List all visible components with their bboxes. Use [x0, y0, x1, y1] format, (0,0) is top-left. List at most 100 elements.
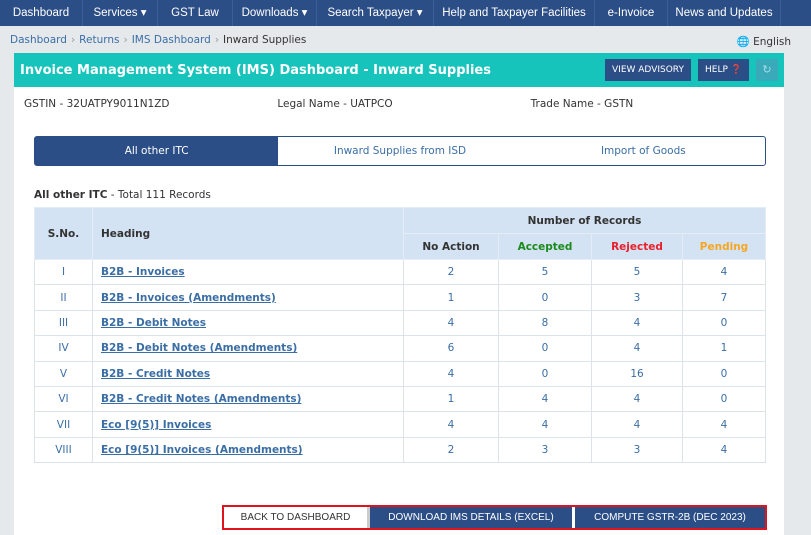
section-name: All other ITC: [34, 189, 108, 201]
col-pending: Pending: [682, 233, 766, 260]
cell-rejected: 4: [591, 309, 683, 337]
cell-pending: 4: [682, 258, 766, 286]
cell-heading: B2B - Credit Notes: [92, 360, 404, 387]
total-records: - Total 111 Records: [107, 189, 211, 201]
heading-link[interactable]: B2B - Debit Notes: [101, 317, 206, 329]
main-panel: Invoice Management System (IMS) Dashboar…: [14, 53, 784, 535]
table-row: II B2B - Invoices (Amendments) 1 0 3 7: [34, 284, 766, 311]
heading-link[interactable]: Eco [9(5)] Invoices (Amendments): [101, 444, 303, 456]
gstin: GSTIN - 32UATPY9011N1ZD: [24, 98, 170, 110]
action-buttons: BACK TO DASHBOARD DOWNLOAD IMS DETAILS (…: [222, 505, 767, 530]
cell-rejected: 4: [591, 335, 683, 362]
language-selector[interactable]: 🌐 English: [737, 35, 791, 48]
breadcrumb: Dashboard › Returns › IMS Dashboard › Inwar…: [10, 34, 307, 46]
cell-sno: IV: [34, 335, 93, 362]
nav-search-taxpayer[interactable]: Search Taxpayer ▾: [317, 0, 434, 26]
cell-rejected: 3: [591, 284, 683, 311]
table-row: III B2B - Debit Notes 4 8 4 0: [34, 309, 766, 337]
help-button[interactable]: HELP ❓: [698, 59, 749, 81]
cell-accepted: 4: [498, 385, 592, 413]
cell-pending: 4: [682, 436, 766, 464]
cell-rejected: 16: [591, 360, 683, 387]
top-nav: Dashboard Services ▾ GST Law Downloads ▾…: [0, 0, 811, 26]
nav-e-invoice[interactable]: e-Invoice: [595, 0, 668, 26]
trade-name: Trade Name - GSTN: [530, 98, 634, 110]
cell-no-action: 6: [403, 335, 499, 362]
cell-accepted: 4: [498, 411, 592, 438]
cell-sno: V: [34, 360, 93, 387]
taxpayer-info: GSTIN - 32UATPY9011N1ZD Legal Name - UAT…: [14, 87, 784, 121]
cell-sno: I: [34, 258, 93, 286]
help-icon: ❓: [730, 65, 742, 75]
col-rejected: Rejected: [591, 233, 683, 260]
heading-link[interactable]: B2B - Debit Notes (Amendments): [101, 342, 297, 354]
col-heading: Heading: [92, 207, 404, 260]
nav-help[interactable]: Help and Taxpayer Facilities: [434, 0, 595, 26]
cell-sno: VI: [34, 385, 93, 413]
language-label: English: [753, 36, 791, 48]
cell-sno: II: [34, 284, 93, 311]
cell-heading: Eco [9(5)] Invoices: [92, 411, 404, 438]
cell-sno: III: [34, 309, 93, 337]
crumb-dashboard[interactable]: Dashboard: [10, 34, 67, 46]
cell-rejected: 4: [591, 411, 683, 438]
heading-link[interactable]: B2B - Invoices: [101, 266, 185, 278]
cell-accepted: 0: [498, 335, 592, 362]
heading-link[interactable]: B2B - Invoices (Amendments): [101, 292, 276, 304]
refresh-button[interactable]: ↻: [756, 59, 778, 81]
compute-gstr2b-button[interactable]: COMPUTE GSTR-2B (DEC 2023): [575, 507, 765, 528]
col-no-action: No Action: [403, 233, 499, 260]
legal-name: Legal Name - UATPCO: [277, 98, 393, 110]
cell-rejected: 3: [591, 436, 683, 464]
cell-accepted: 5: [498, 258, 592, 286]
tab-all-other-itc[interactable]: All other ITC: [35, 137, 279, 165]
cell-no-action: 4: [403, 360, 499, 387]
table-row: V B2B - Credit Notes 4 0 16 0: [34, 360, 766, 387]
nav-news[interactable]: News and Updates: [668, 0, 781, 26]
crumb-ims-dashboard[interactable]: IMS Dashboard: [132, 34, 211, 46]
nav-dashboard[interactable]: Dashboard: [0, 0, 83, 26]
cell-pending: 0: [682, 360, 766, 387]
tab-import-goods[interactable]: Import of Goods: [522, 137, 765, 165]
heading-link[interactable]: B2B - Credit Notes: [101, 368, 210, 380]
records-table: S.No. Heading Number of Records No Action A…: [34, 207, 766, 464]
cell-pending: 0: [682, 385, 766, 413]
cell-heading: Eco [9(5)] Invoices (Amendments): [92, 436, 404, 464]
cell-no-action: 1: [403, 385, 499, 413]
table-row: VIII Eco [9(5)] Invoices (Amendments) 2 3 3 4: [34, 436, 766, 464]
heading-link[interactable]: B2B - Credit Notes (Amendments): [101, 393, 301, 405]
globe-icon: 🌐: [736, 36, 750, 48]
page-title: Invoice Management System (IMS) Dashboar…: [20, 62, 491, 78]
cell-rejected: 4: [591, 385, 683, 413]
table-row: VI B2B - Credit Notes (Amendments) 1 4 4 0: [34, 385, 766, 413]
heading-link[interactable]: Eco [9(5)] Invoices: [101, 419, 211, 431]
cell-accepted: 0: [498, 284, 592, 311]
cell-heading: B2B - Debit Notes: [92, 309, 404, 337]
cell-heading: B2B - Credit Notes (Amendments): [92, 385, 404, 413]
table-row: IV B2B - Debit Notes (Amendments) 6 0 4 1: [34, 335, 766, 362]
cell-heading: B2B - Debit Notes (Amendments): [92, 335, 404, 362]
cell-pending: 0: [682, 309, 766, 337]
cell-sno: VIII: [34, 436, 93, 464]
tabs: All other ITC Inward Supplies from ISD I…: [34, 136, 766, 166]
cell-no-action: 4: [403, 411, 499, 438]
cell-sno: VII: [34, 411, 93, 438]
crumb-returns[interactable]: Returns: [79, 34, 119, 46]
nav-downloads[interactable]: Downloads ▾: [233, 0, 317, 26]
scrollbar-track[interactable]: [784, 53, 811, 535]
download-ims-excel-button[interactable]: DOWNLOAD IMS DETAILS (EXCEL): [370, 507, 575, 528]
cell-heading: B2B - Invoices: [92, 258, 404, 286]
refresh-icon: ↻: [762, 63, 772, 76]
tab-isd[interactable]: Inward Supplies from ISD: [278, 137, 521, 165]
view-advisory-button[interactable]: VIEW ADVISORY: [605, 59, 691, 81]
cell-no-action: 1: [403, 284, 499, 311]
nav-services[interactable]: Services ▾: [83, 0, 158, 26]
nav-gst-law[interactable]: GST Law: [158, 0, 233, 26]
cell-rejected: 5: [591, 258, 683, 286]
cell-accepted: 3: [498, 436, 592, 464]
cell-heading: B2B - Invoices (Amendments): [92, 284, 404, 311]
crumb-current: Inward Supplies: [223, 34, 307, 46]
section-title: All other ITC - Total 111 Records: [34, 189, 211, 201]
back-to-dashboard-button[interactable]: BACK TO DASHBOARD: [224, 507, 370, 528]
cell-no-action: 2: [403, 258, 499, 286]
